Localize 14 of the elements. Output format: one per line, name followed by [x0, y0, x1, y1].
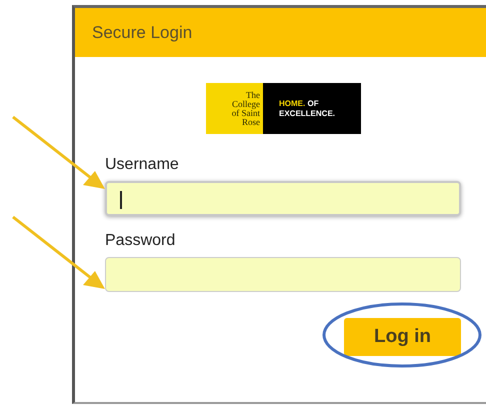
tagline-highlight: HOME. [279, 98, 306, 108]
field-label: Username [105, 156, 180, 174]
login-button[interactable]: Log in [344, 318, 461, 356]
tagline-text: OF [307, 98, 319, 108]
field-label: Password [105, 232, 176, 250]
college-name-text: College [232, 100, 260, 108]
college-name-text: Rose [242, 118, 260, 126]
text-caret [120, 191, 122, 209]
panel-title: Secure Login [92, 22, 192, 42]
college-name-text: of Saint [232, 108, 260, 118]
input-field[interactable] [105, 181, 461, 216]
input-field[interactable] [105, 257, 461, 292]
tagline-text: EXCELLENCE. [279, 108, 336, 118]
college-name-text: The [246, 90, 260, 100]
